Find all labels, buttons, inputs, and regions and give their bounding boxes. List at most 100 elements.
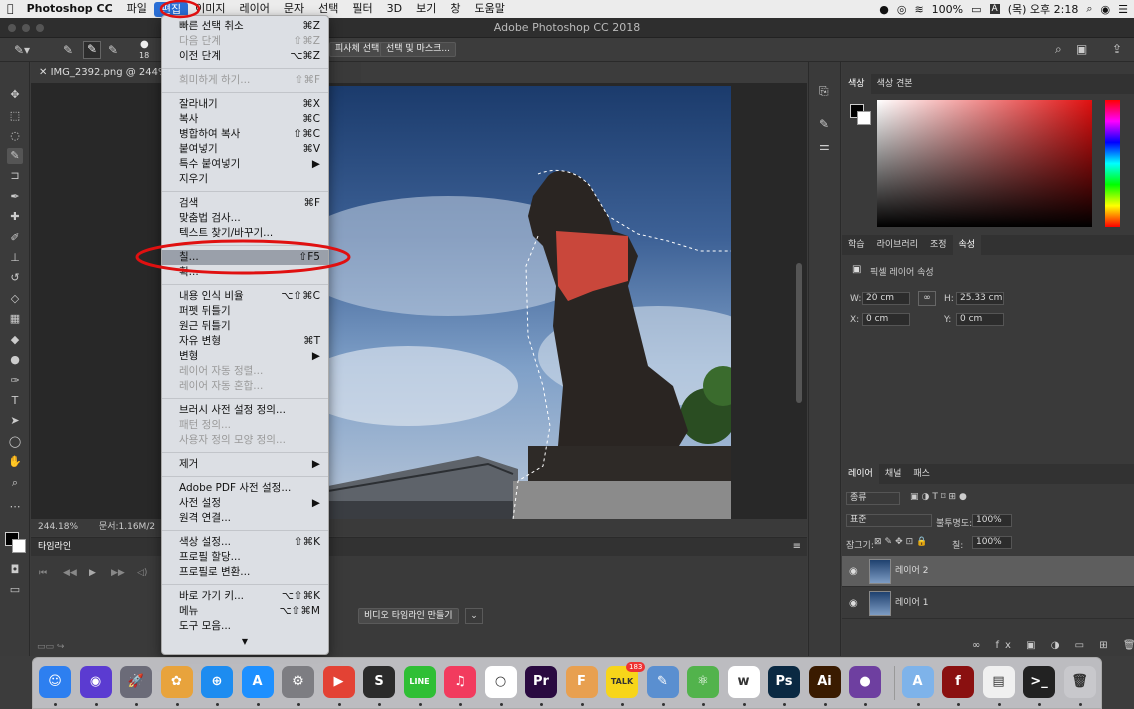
dock-launchpad-icon[interactable]: 🚀	[120, 666, 152, 698]
clone-stamp-tool-icon[interactable]: ⊥	[7, 250, 23, 266]
background-color-swatch[interactable]	[12, 539, 26, 553]
app-name[interactable]: Photoshop CC	[21, 0, 120, 18]
tab-layers[interactable]: 레이어	[842, 464, 879, 484]
quick-mask-icon[interactable]: ◘	[7, 562, 23, 578]
edit-menu-item[interactable]: 검색 ⌘F	[162, 196, 328, 211]
visibility-eye-icon[interactable]: ◉	[849, 588, 858, 619]
zoom-window-button[interactable]	[36, 24, 44, 32]
close-window-button[interactable]	[8, 24, 16, 32]
brush-tool-icon[interactable]: ✐	[7, 230, 23, 246]
dock-applications-folder-icon[interactable]: A	[901, 666, 934, 698]
edit-menu-item[interactable]: 색상 설정... ⇧⌘K	[162, 535, 328, 550]
dock-music-icon[interactable]: ♫	[444, 666, 476, 698]
hue-slider[interactable]	[1105, 100, 1120, 227]
dock-flash-icon[interactable]: f	[942, 666, 974, 698]
menu-file[interactable]: 파일	[120, 0, 154, 18]
quick-selection-tool-icon[interactable]: ✎	[7, 148, 23, 164]
close-document-icon[interactable]: ✕	[39, 67, 51, 78]
hand-tool-icon[interactable]: ✋	[7, 454, 23, 470]
edit-menu-item[interactable]: 획...	[162, 265, 328, 280]
height-field[interactable]: 25.33 cm	[956, 292, 1004, 305]
edit-menu-item[interactable]: 변형 ▶	[162, 349, 328, 364]
link-dimensions-icon[interactable]: ∞	[918, 291, 936, 306]
edit-menu-item[interactable]: 붙여넣기 ⌘V	[162, 142, 328, 157]
eyedropper-tool-icon[interactable]: ✒	[7, 189, 23, 205]
tab-paths[interactable]: 패스	[907, 464, 936, 484]
tab-learn[interactable]: 학습	[842, 235, 871, 255]
dock-safari-icon[interactable]: ⊕	[201, 666, 233, 698]
dock-siri-icon[interactable]: ◉	[79, 666, 112, 698]
input-source-icon[interactable]: A	[989, 4, 1000, 14]
menu-filter[interactable]: 필터	[345, 0, 379, 18]
adjust-panel-icon[interactable]: ⚌	[819, 139, 830, 153]
layer-filter-select[interactable]: 종류	[846, 492, 900, 505]
zoom-tool-icon[interactable]: ⌕	[7, 475, 23, 491]
eraser-tool-icon[interactable]: ◇	[7, 291, 23, 307]
edit-menu-item[interactable]: 지우기	[162, 172, 328, 187]
crop-tool-icon[interactable]: ⊐	[7, 168, 23, 184]
select-and-mask-button[interactable]: 선택 및 마스크...	[380, 42, 456, 57]
healing-brush-tool-icon[interactable]: ✚	[7, 209, 23, 225]
timeline-tab[interactable]: 타임라인	[38, 542, 71, 552]
dodge-tool-icon[interactable]: ●	[7, 352, 23, 368]
menu-view[interactable]: 보기	[409, 0, 443, 18]
new-selection-brush-icon[interactable]: ✎	[63, 43, 73, 57]
x-field[interactable]: 0 cm	[862, 313, 910, 326]
timeline-footer-icon[interactable]: ▭▭ ↪	[37, 642, 64, 652]
opacity-field[interactable]: 100%	[972, 514, 1012, 527]
edit-menu-item[interactable]: 제거 ▶	[162, 457, 328, 472]
more-tools-icon[interactable]: ⋯	[7, 499, 23, 515]
edit-menu-item[interactable]: 내용 인식 비율 ⌥⇧⌘C	[162, 289, 328, 304]
next-frame-icon[interactable]: ▶▶	[111, 568, 125, 578]
tab-adjustments[interactable]: 조정	[924, 235, 953, 255]
dock-app-store-icon[interactable]: A	[241, 666, 274, 698]
first-frame-icon[interactable]: ⏮	[39, 568, 47, 578]
tab-channels[interactable]: 채널	[879, 464, 908, 484]
edit-menu-item[interactable]: 텍스트 찾기/바꾸기...	[162, 226, 328, 241]
layer-row-layer-1[interactable]: ◉ 레이어 1	[842, 588, 1134, 619]
tab-color[interactable]: 색상	[842, 74, 871, 94]
type-tool-icon[interactable]: T	[7, 393, 23, 409]
dock-potplayer-icon[interactable]: ▶	[322, 666, 355, 698]
pen-tool-icon[interactable]: ✑	[7, 373, 23, 389]
dock-photoshop-icon[interactable]: Ps	[768, 666, 800, 698]
creative-cloud-icon[interactable]: ◎	[897, 3, 907, 16]
fill-field[interactable]: 100%	[972, 536, 1012, 549]
blur-tool-icon[interactable]: ◆	[7, 332, 23, 348]
gradient-tool-icon[interactable]: ▦	[7, 311, 23, 327]
edit-menu-item[interactable]: Adobe PDF 사전 설정...	[162, 481, 328, 496]
edit-menu-item[interactable]: 복사 ⌘C	[162, 112, 328, 127]
layer-filter-icons[interactable]: ▣◑T⌑⊞●	[910, 492, 970, 502]
minimize-window-button[interactable]	[22, 24, 30, 32]
edit-menu-item[interactable]: 바로 가기 키... ⌥⇧⌘K	[162, 589, 328, 604]
dock-clock-app-icon[interactable]: ○	[484, 666, 517, 698]
dock-illustrator-icon[interactable]: Ai	[808, 666, 841, 698]
tab-properties[interactable]: 속성	[952, 235, 982, 255]
layer-row-layer-2[interactable]: ◉ 레이어 2	[842, 556, 1134, 587]
spotlight-icon[interactable]: ⌕	[1086, 2, 1092, 16]
edit-menu-item[interactable]: 프로필 할당...	[162, 550, 328, 565]
brush-settings-icon[interactable]: ✎	[819, 117, 829, 131]
dock-finale-icon[interactable]: F	[565, 666, 598, 698]
share-icon[interactable]: ⇪	[1112, 42, 1122, 56]
workspace-icon[interactable]: ▣	[1076, 42, 1087, 56]
move-tool-icon[interactable]: ✥	[7, 87, 23, 103]
search-icon[interactable]: ⌕	[1055, 42, 1062, 57]
wifi-icon[interactable]: ≋	[914, 3, 923, 16]
edit-menu-item[interactable]: 칠... ⇧F5	[162, 250, 328, 265]
timeline-dropdown-icon[interactable]: ⌄	[465, 608, 483, 624]
lock-icons[interactable]: ⊠✎✥⊡🔒	[874, 537, 930, 547]
tab-swatches[interactable]: 색상 견본	[871, 74, 919, 94]
previous-frame-icon[interactable]: ◀◀	[63, 568, 77, 578]
adobe-cc-icon[interactable]: ●	[879, 3, 889, 16]
width-field[interactable]: 20 cm	[862, 292, 910, 305]
clock[interactable]: (목) 오후 2:18	[1008, 1, 1079, 17]
siri-icon[interactable]: ◉	[1101, 3, 1111, 16]
y-field[interactable]: 0 cm	[956, 313, 1004, 326]
menu-scroll-down-icon[interactable]: ▼	[162, 634, 328, 649]
brush-size-icon[interactable]: ●	[140, 39, 149, 50]
notification-center-icon[interactable]: ☰	[1118, 3, 1128, 16]
edit-menu-item[interactable]: 이전 단계 ⌥⌘Z	[162, 49, 328, 64]
history-panel-icon[interactable]: ⎘	[819, 84, 829, 99]
edit-menu-item[interactable]: 브러시 사전 설정 정의...	[162, 403, 328, 418]
